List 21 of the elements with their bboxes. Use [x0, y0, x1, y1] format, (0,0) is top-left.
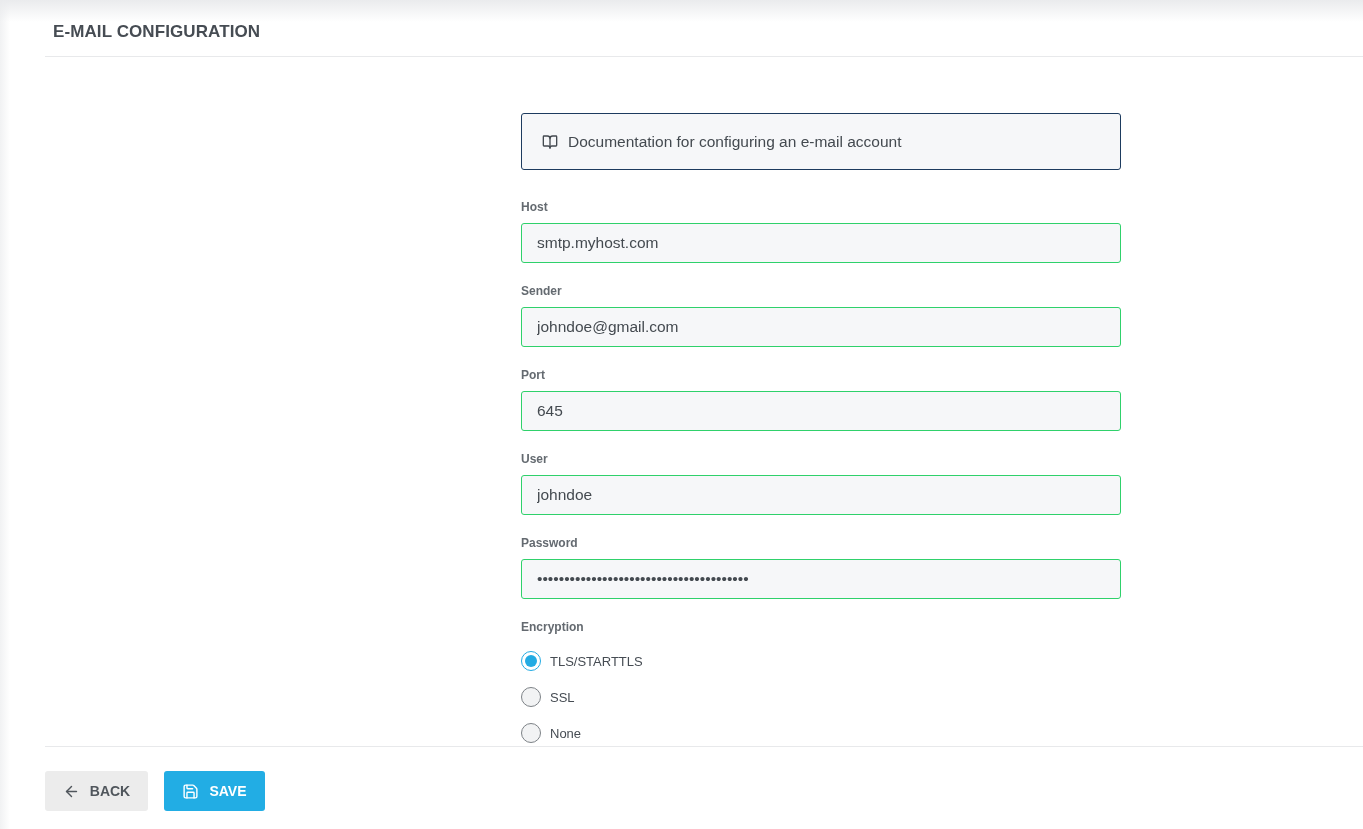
input-field[interactable]: smtp.myhost.com [521, 223, 1121, 263]
input-field[interactable]: johndoe [521, 475, 1121, 515]
radio-label[interactable]: None [550, 725, 582, 741]
back-button[interactable]: BACK [45, 771, 148, 811]
field-label: Sender [521, 283, 562, 299]
radio-button[interactable] [521, 723, 541, 743]
input-field[interactable]: ••••••••••••••••••••••••••••••••••••••• [521, 559, 1121, 599]
input-field[interactable]: 645 [521, 391, 1121, 431]
radio-button[interactable] [521, 687, 541, 707]
field-label: Host [521, 199, 548, 215]
field-label: Password [521, 535, 578, 551]
field-label: Port [521, 367, 545, 383]
radio-label[interactable]: TLS/STARTTLS [550, 653, 643, 669]
input-field[interactable]: johndoe@gmail.com [521, 307, 1121, 347]
radio-button[interactable] [521, 651, 541, 671]
page-title: E-MAIL CONFIGURATION [53, 22, 261, 42]
book-icon [542, 133, 558, 150]
field-label: User [521, 451, 548, 467]
radio-label[interactable]: SSL [550, 689, 575, 705]
field-label: Encryption [521, 619, 584, 635]
documentation-link[interactable]: Documentation for configuring an e-mail account [521, 113, 1121, 170]
